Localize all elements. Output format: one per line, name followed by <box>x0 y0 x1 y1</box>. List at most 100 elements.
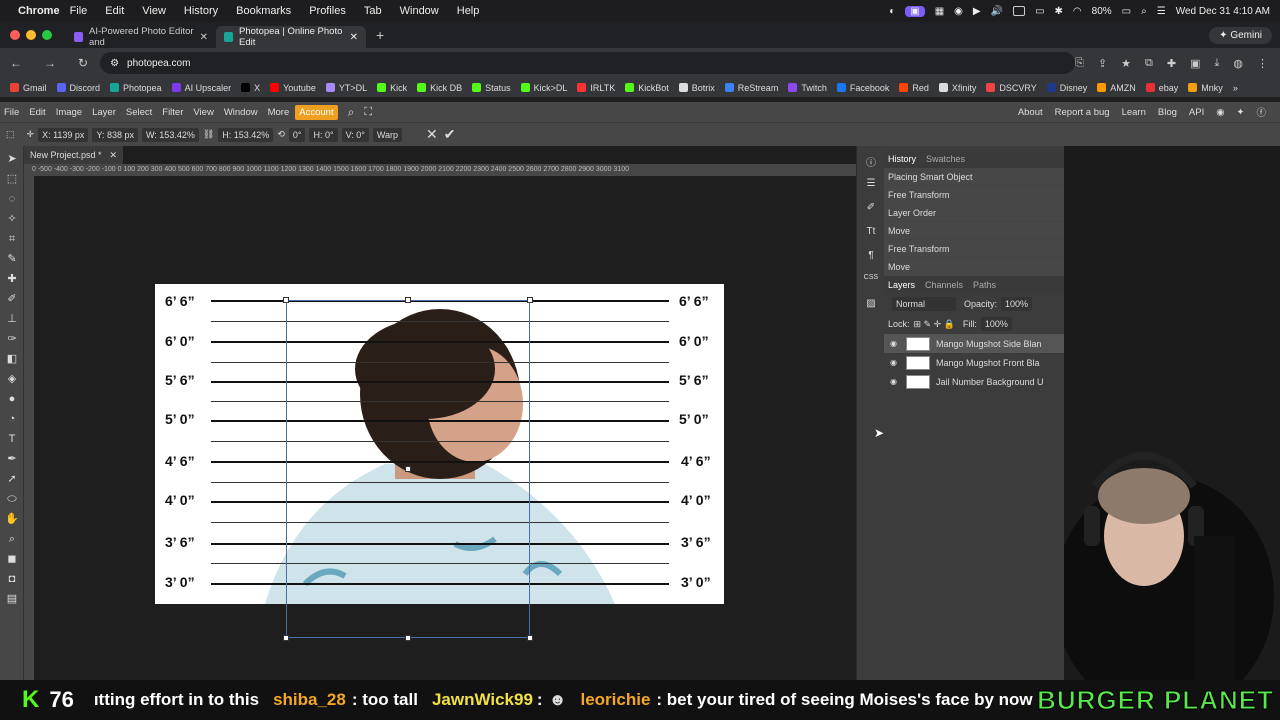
menu-history[interactable]: History <box>184 5 218 17</box>
bookmark-kick[interactable]: Kick <box>377 83 407 93</box>
reload-icon[interactable]: ↻ <box>78 56 88 70</box>
obs-icon[interactable]: ◉ <box>954 6 963 17</box>
transform-handle[interactable] <box>405 466 411 472</box>
blend-mode-select[interactable]: Normal <box>892 297 956 311</box>
quick-mask-icon[interactable]: ◘ <box>5 572 19 586</box>
pp-menu-layer[interactable]: Layer <box>92 107 116 118</box>
close-tab-icon[interactable]: ✕ <box>350 32 358 43</box>
hand-tool-icon[interactable]: ✋ <box>5 512 19 526</box>
bookmark-kickbot[interactable]: KickBot <box>625 83 669 93</box>
document-tab[interactable]: New Project.psd * ✕ <box>24 146 124 164</box>
blur-tool-icon[interactable]: ● <box>5 392 19 406</box>
zoom-tool-icon[interactable]: ⌕ <box>5 532 19 546</box>
more-bookmarks-icon[interactable]: » <box>1233 83 1238 93</box>
path-select-icon[interactable]: ➚ <box>5 472 19 486</box>
transform-handle[interactable] <box>405 297 411 303</box>
bookmark-status[interactable]: Status <box>472 83 511 93</box>
height-field[interactable]: H: 153.42% <box>218 127 274 142</box>
screen-record-icon[interactable]: ▣ <box>905 5 925 17</box>
close-tab-icon[interactable]: ✕ <box>200 32 208 43</box>
forward-icon[interactable]: → <box>44 56 56 70</box>
move-tool-icon[interactable]: ➤ <box>5 152 19 166</box>
history-item[interactable]: Placing Smart Object <box>884 168 1064 186</box>
wifi-icon[interactable]: ◠ <box>1073 6 1082 17</box>
pp-menu-edit[interactable]: Edit <box>29 107 45 118</box>
fill-field[interactable]: 100% <box>980 317 1012 331</box>
transform-handle[interactable] <box>283 297 289 303</box>
pp-menu-more[interactable]: More <box>268 107 290 118</box>
eye-icon[interactable]: ◉ <box>890 377 900 386</box>
bookmark-discord[interactable]: Discord <box>56 83 100 93</box>
move-tool-icon[interactable]: ⬚ <box>6 129 15 140</box>
share-icon[interactable]: ⇪ <box>1098 57 1107 70</box>
menu-view[interactable]: View <box>142 5 166 17</box>
extension-icon[interactable]: ⧉ <box>1145 57 1153 70</box>
pp-menu-select[interactable]: Select <box>126 107 152 118</box>
bookmark-twitch[interactable]: Twitch <box>788 83 827 93</box>
type-tool-icon[interactable]: T <box>5 432 19 446</box>
bookmark-botrix[interactable]: Botrix <box>678 83 715 93</box>
history-item[interactable]: Free Transform <box>884 240 1064 258</box>
star-icon[interactable]: ★ <box>1121 57 1131 70</box>
x-field[interactable]: X: 1139 px <box>38 127 89 142</box>
dodge-tool-icon[interactable]: ◔ <box>5 412 19 426</box>
crop-tool-icon[interactable]: ⌗ <box>5 232 19 246</box>
color-swatch-icon[interactable]: ◼ <box>5 552 19 566</box>
tab-layers[interactable]: Layers <box>888 280 915 290</box>
history-item[interactable]: Move <box>884 258 1064 276</box>
brush-tool-icon[interactable]: ✐ <box>5 292 19 306</box>
commit-transform-icon[interactable]: ✔ <box>444 126 456 143</box>
magic-wand-icon[interactable]: ✧ <box>5 212 19 226</box>
display-icon[interactable] <box>1013 6 1026 16</box>
bookmark-ebay[interactable]: ebay <box>1145 83 1178 93</box>
image-panel-icon[interactable]: ▨ <box>863 298 879 314</box>
history-brush-icon[interactable]: ✑ <box>5 332 19 346</box>
eye-icon[interactable]: ◉ <box>890 339 900 348</box>
shape-tool-icon[interactable]: ⬭ <box>5 492 19 506</box>
stamp-tool-icon[interactable]: ⊥ <box>5 312 19 326</box>
tab-ai-photo-editor[interactable]: AI-Powered Photo Editor and ✕ <box>66 26 216 48</box>
v-skew-field[interactable]: V: 0° <box>341 127 369 142</box>
eraser-tool-icon[interactable]: ◧ <box>5 352 19 366</box>
minimize-window-button[interactable] <box>26 30 36 40</box>
menu-bookmarks[interactable]: Bookmarks <box>236 5 291 17</box>
menu-file[interactable]: File <box>70 5 88 17</box>
bookmark-ai-upscaler[interactable]: AI Upscaler <box>171 83 231 93</box>
puzzle-icon[interactable]: ✚ <box>1167 57 1176 70</box>
transform-handle[interactable] <box>283 635 289 641</box>
bookmark-mnky[interactable]: Mnky <box>1188 83 1223 93</box>
close-document-icon[interactable]: ✕ <box>110 150 118 161</box>
healing-tool-icon[interactable]: ✚ <box>5 272 19 286</box>
bookmark-kick-dl[interactable]: Kick>DL <box>520 83 567 93</box>
paragraph-icon[interactable]: ¶ <box>863 250 879 266</box>
tab-history[interactable]: History <box>888 154 916 164</box>
airplay-icon[interactable]: ▭ <box>1035 6 1044 17</box>
search-icon[interactable]: ⌕ <box>348 105 355 120</box>
site-info-icon[interactable]: ⚙ <box>110 58 119 69</box>
play-icon[interactable]: ▶ <box>973 6 981 17</box>
lasso-tool-icon[interactable]: ◌ <box>5 192 19 206</box>
url-input[interactable]: ⚙ photopea.com <box>100 52 1076 74</box>
rotate-icon[interactable]: ⟲ <box>277 129 285 140</box>
tab-photopea[interactable]: Photopea | Online Photo Edit ✕ <box>216 26 366 48</box>
info-icon[interactable]: ⓘ <box>863 154 879 170</box>
tab-swatches[interactable]: Swatches <box>926 154 965 164</box>
transform-handle[interactable] <box>405 635 411 641</box>
opacity-field[interactable]: 100% <box>1001 297 1033 311</box>
cancel-transform-icon[interactable]: ✕ <box>426 126 438 143</box>
bookmark-restream[interactable]: ReStream <box>724 83 778 93</box>
screen-mode-icon[interactable]: ▤ <box>5 592 19 606</box>
pen-tool-icon[interactable]: ✒ <box>5 452 19 466</box>
pp-menu-file[interactable]: File <box>4 107 19 118</box>
y-field[interactable]: Y: 838 px <box>92 127 138 142</box>
control-center-icon[interactable]: ☰ <box>1157 6 1166 17</box>
bookmark-irltk[interactable]: IRLTK <box>577 83 615 93</box>
lock-icons[interactable]: ⊞ ✎ ✛ 🔒 <box>914 319 955 330</box>
h-skew-field[interactable]: H: 0° <box>309 127 338 142</box>
new-tab-button[interactable]: + <box>376 27 384 43</box>
marquee-tool-icon[interactable]: ⬚ <box>5 172 19 186</box>
eye-icon[interactable]: ◉ <box>890 358 900 367</box>
menu-profiles[interactable]: Profiles <box>309 5 346 17</box>
menu-window[interactable]: Window <box>400 5 439 17</box>
pp-menu-image[interactable]: Image <box>56 107 82 118</box>
